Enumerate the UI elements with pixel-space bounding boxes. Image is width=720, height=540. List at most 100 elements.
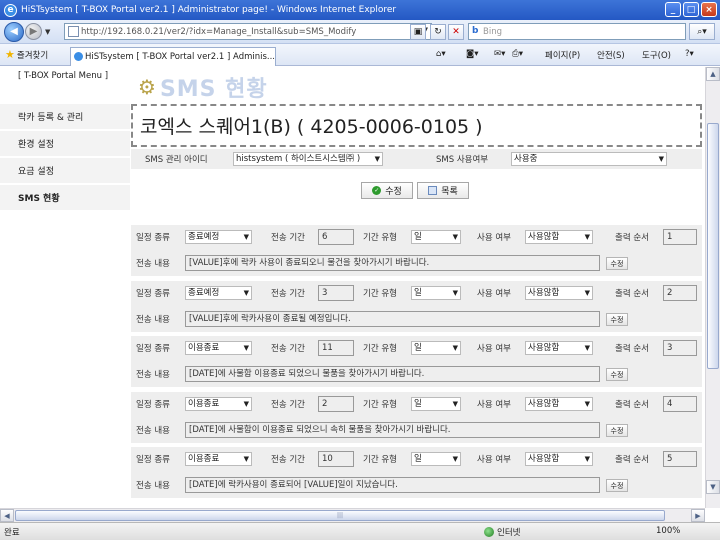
minimize-button[interactable]: _ (665, 2, 681, 17)
edit-button[interactable]: 수정 (606, 313, 628, 326)
page-content: [ T-BOX Portal Menu ] 락카 등록 & 관리 환경 설정 요… (0, 67, 705, 508)
sidebar: [ T-BOX Portal Menu ] 락카 등록 & 관리 환경 설정 요… (0, 67, 130, 508)
sidebar-item-sms[interactable]: SMS 현황 (0, 185, 130, 211)
usage-select[interactable]: 사용않함 ▼ (525, 230, 593, 244)
mail-icon[interactable]: ✉▾ (494, 49, 505, 59)
history-dropdown-icon[interactable]: ▼ (45, 28, 50, 36)
window-titlebar: e HiSTsystem [ T-BOX Portal ver2.1 ] Adm… (0, 0, 720, 20)
usage-select[interactable]: 사용않함 ▼ (525, 452, 593, 466)
browser-tab[interactable]: HiSTsystem [ T-BOX Portal ver2.1 ] Admin… (70, 47, 276, 66)
schedule-type-select[interactable]: 이용종료 ▼ (185, 341, 252, 355)
schedule-type-select[interactable]: 이용종료 ▼ (185, 397, 252, 411)
order-input[interactable]: 3 (663, 340, 697, 356)
usage-select[interactable]: 사용않함 ▼ (525, 286, 593, 300)
edit-button[interactable]: 수정 (606, 257, 628, 270)
chevron-down-icon: ▼ (658, 155, 664, 163)
manager-select[interactable]: histsystem ( 하이스트시스템㈜ ) ▼ (233, 152, 383, 166)
maximize-button[interactable]: □ (683, 2, 699, 17)
period-input[interactable]: 2 (318, 396, 354, 412)
sidebar-item-fees[interactable]: 요금 설정 (0, 158, 130, 184)
forward-button[interactable]: ▶ (25, 23, 42, 40)
compat-view-icon[interactable]: ▣ (410, 24, 426, 40)
content-input[interactable]: [VALUE]후에 락카 사용이 종료되오니 물건을 찾아가시기 바랍니다. (185, 255, 600, 271)
period-type-select[interactable]: 일 ▼ (411, 230, 461, 244)
schedule-block-3: 일정 종류 이용종료 ▼ 전송 기간 11 기간 유형 일 ▼ 사용 여부 사용않함… (131, 336, 702, 387)
sidebar-item-settings[interactable]: 환경 설정 (0, 131, 130, 157)
feeds-icon[interactable]: ◙▾ (466, 49, 479, 59)
page-title: SMS 현황 (159, 77, 268, 102)
menu-safety[interactable]: 안전(S) (597, 49, 625, 61)
usage-select[interactable]: 사용않함 ▼ (525, 397, 593, 411)
search-input[interactable]: b Bing (468, 23, 686, 40)
schedule-type-select[interactable]: 종료예정 ▼ (185, 230, 252, 244)
period-type-select[interactable]: 일 ▼ (411, 286, 461, 300)
edit-button[interactable]: 수정 (606, 368, 628, 381)
use-select[interactable]: 사용중 ▼ (511, 152, 667, 166)
zoom-level[interactable]: 100% (656, 526, 680, 536)
list-button[interactable]: 목록 (417, 182, 469, 199)
home-icon[interactable]: ⌂▾ (436, 49, 446, 59)
vertical-scroll-thumb[interactable] (707, 123, 719, 369)
security-zone: 인터넷 (484, 526, 520, 538)
command-bar: ★ 즐겨찾기 HiSTsystem [ T-BOX Portal ver2.1 … (0, 44, 720, 66)
bing-icon: b (472, 26, 479, 36)
check-icon: ✓ (372, 186, 382, 195)
url-field[interactable]: http://192.168.0.21/ver2/?idx=Manage_Ins… (64, 23, 432, 40)
order-input[interactable]: 1 (663, 229, 697, 245)
globe-icon (484, 527, 494, 537)
schedule-type-select[interactable]: 이용종료 ▼ (185, 452, 252, 466)
sms-info-row: SMS 관리 아이디 histsystem ( 하이스트시스템㈜ ) ▼ SMS… (131, 149, 702, 169)
period-type-select[interactable]: 일 ▼ (411, 341, 461, 355)
period-input[interactable]: 3 (318, 285, 354, 301)
scroll-down-icon[interactable]: ▼ (706, 480, 720, 494)
sidebar-title: [ T-BOX Portal Menu ] (17, 71, 109, 81)
status-text: 완료 (4, 528, 20, 538)
scroll-left-icon[interactable]: ◀ (0, 509, 14, 522)
refresh-icon[interactable]: ↻ (430, 24, 446, 40)
vertical-scrollbar[interactable]: ▲ ▼ (705, 67, 720, 508)
period-input[interactable]: 10 (318, 451, 354, 467)
scroll-up-icon[interactable]: ▲ (706, 67, 720, 81)
period-type-select[interactable]: 일 ▼ (411, 397, 461, 411)
page-icon (68, 26, 79, 37)
menu-tools[interactable]: 도구(O) (642, 49, 671, 61)
schedule-block-2: 일정 종류 종료예정 ▼ 전송 기간 3 기간 유형 일 ▼ 사용 여부 사용않함 ▼… (131, 281, 702, 332)
manager-label: SMS 관리 아이디 (145, 155, 208, 165)
order-input[interactable]: 4 (663, 396, 697, 412)
period-input[interactable]: 6 (318, 229, 354, 245)
help-icon[interactable]: ?▾ (685, 49, 694, 59)
page-heading: ⚙ SMS 현황 (138, 71, 268, 103)
window-controls: _ □ × (665, 2, 717, 17)
scroll-right-icon[interactable]: ▶ (691, 509, 705, 522)
schedule-block-5: 일정 종류 이용종료 ▼ 전송 기간 10 기간 유형 일 ▼ 사용 여부 사용않함… (131, 447, 702, 498)
list-icon (428, 186, 438, 195)
period-type-select[interactable]: 일 ▼ (411, 452, 461, 466)
edit-button[interactable]: 수정 (606, 479, 628, 492)
content-input[interactable]: [DATE]에 사물함 이용종료 되었으니 물품을 찾아가시기 바랍니다. (185, 366, 600, 382)
content-input[interactable]: [VALUE]후에 락카사용이 종료될 예정입니다. (185, 311, 600, 327)
window-title: HiSTsystem [ T-BOX Portal ver2.1 ] Admin… (21, 5, 397, 15)
usage-select[interactable]: 사용않함 ▼ (525, 341, 593, 355)
content-input[interactable]: [DATE]에 사물함이 이용종료 되었으니 속히 물품을 찾아가시기 바랍니다… (185, 422, 600, 438)
period-input[interactable]: 11 (318, 340, 354, 356)
favorites-button[interactable]: ★ 즐겨찾기 (5, 48, 48, 61)
order-input[interactable]: 5 (663, 451, 697, 467)
back-button[interactable]: ◀ (4, 21, 24, 42)
sidebar-item-locker[interactable]: 락카 등록 & 관리 (0, 104, 130, 130)
location-title-box: 코엑스 스퀘어1(B) ( 4205-0006-0105 ) (131, 104, 702, 147)
search-button[interactable]: ⌕▾ (689, 23, 715, 40)
menu-page[interactable]: 페이지(P) (545, 49, 580, 61)
print-icon[interactable]: ⎙▾ (512, 49, 523, 59)
horizontal-scroll-thumb[interactable]: ||| (15, 510, 665, 521)
schedule-type-select[interactable]: 종료예정 ▼ (185, 286, 252, 300)
url-text: http://192.168.0.21/ver2/?idx=Manage_Ins… (81, 26, 357, 37)
horizontal-scrollbar[interactable]: ◀ ||| ▶ (0, 508, 705, 522)
status-bar: 완료 인터넷 100% (0, 522, 720, 540)
stop-icon[interactable]: ✕ (448, 24, 464, 40)
edit-button[interactable]: 수정 (606, 424, 628, 437)
use-label: SMS 사용여부 (436, 155, 489, 165)
close-button[interactable]: × (701, 2, 717, 17)
save-button[interactable]: ✓ 수정 (361, 182, 413, 199)
order-input[interactable]: 2 (663, 285, 697, 301)
content-input[interactable]: [DATE]에 락카사용이 종료되어 [VALUE]일이 지났습니다. (185, 477, 600, 493)
